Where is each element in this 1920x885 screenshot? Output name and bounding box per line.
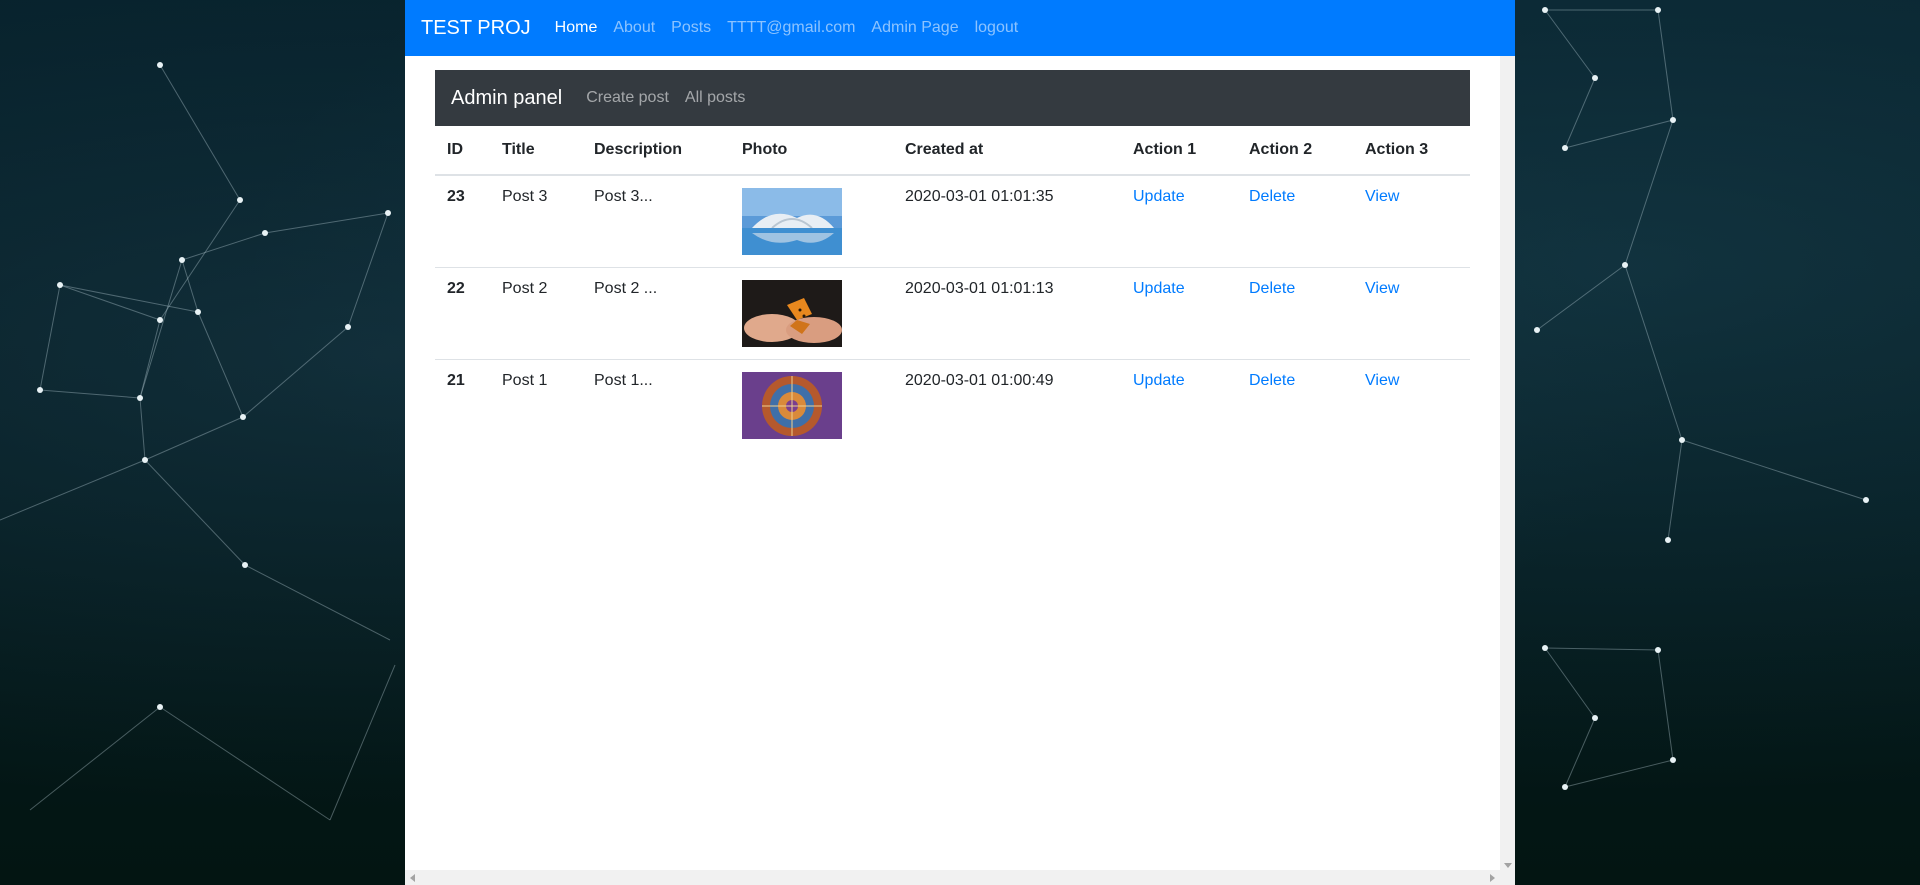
update-link[interactable]: Update <box>1133 280 1185 297</box>
row-action-3-cell: View <box>1353 175 1470 268</box>
admin-panel-title[interactable]: Admin panel <box>451 87 562 110</box>
nav-posts[interactable]: Posts <box>671 19 711 37</box>
header-action-1: Action 1 <box>1121 126 1237 176</box>
row-action-3-cell: View <box>1353 360 1470 452</box>
create-post-link[interactable]: Create post <box>586 89 669 107</box>
post-photo-image <box>742 188 842 255</box>
post-photo-image <box>742 372 842 439</box>
header-created-at: Created at <box>893 126 1121 176</box>
all-posts-link[interactable]: All posts <box>685 89 745 107</box>
header-action-3: Action 3 <box>1353 126 1470 176</box>
scroll-down-arrow-icon[interactable] <box>1504 863 1512 868</box>
row-action-2-cell: Delete <box>1237 267 1353 360</box>
view-link[interactable]: View <box>1365 188 1399 205</box>
row-description: Post 1... <box>594 372 653 389</box>
row-photo-cell <box>730 175 893 268</box>
row-action-1-cell: Update <box>1121 267 1237 360</box>
row-action-2-cell: Delete <box>1237 175 1353 268</box>
nav-about[interactable]: About <box>613 19 655 37</box>
table-row: 21 Post 1 Post 1... 2020-03-01 01:00:49 <box>435 360 1470 452</box>
row-created-at: 2020-03-01 01:01:35 <box>893 175 1121 268</box>
posts-table: ID Title Description Photo Created at Ac… <box>435 126 1470 451</box>
update-link[interactable]: Update <box>1133 372 1185 389</box>
delete-link[interactable]: Delete <box>1249 372 1295 389</box>
scroll-left-arrow-icon[interactable] <box>410 874 415 882</box>
header-title: Title <box>490 126 582 176</box>
vertical-scrollbar[interactable] <box>1500 56 1515 870</box>
table-row: 22 Post 2 Post 2 ... 2020-03-01 01:01:13 <box>435 267 1470 360</box>
delete-link[interactable]: Delete <box>1249 280 1295 297</box>
row-created-at: 2020-03-01 01:00:49 <box>905 372 1054 389</box>
nav-user-email[interactable]: TTTT@gmail.com <box>727 19 855 37</box>
row-created-at: 2020-03-01 01:01:13 <box>893 267 1121 360</box>
delete-link[interactable]: Delete <box>1249 188 1295 205</box>
row-photo-cell <box>730 360 893 452</box>
row-id: 22 <box>435 267 490 360</box>
nav-admin-page[interactable]: Admin Page <box>871 19 958 37</box>
header-action-2: Action 2 <box>1237 126 1353 176</box>
row-title: Post 3 <box>490 175 582 268</box>
scroll-right-arrow-icon[interactable] <box>1490 874 1495 882</box>
table-header-row: ID Title Description Photo Created at Ac… <box>435 126 1470 176</box>
table-row: 23 Post 3 Post 3... 2020-03-01 01:01:35 … <box>435 175 1470 268</box>
nav-logout[interactable]: logout <box>975 19 1019 37</box>
view-link[interactable]: View <box>1365 280 1399 297</box>
main-container: TEST PROJ Home About Posts TTTT@gmail.co… <box>405 0 1515 885</box>
update-link[interactable]: Update <box>1133 188 1185 205</box>
row-photo-cell <box>730 267 893 360</box>
nav-home[interactable]: Home <box>555 19 598 37</box>
row-action-1-cell: Update <box>1121 175 1237 268</box>
row-id: 23 <box>435 175 490 268</box>
row-action-3-cell: View <box>1353 267 1470 360</box>
header-id: ID <box>435 126 490 176</box>
row-title: Post 2 <box>490 267 582 360</box>
row-action-2-cell: Delete <box>1237 360 1353 452</box>
header-description: Description <box>582 126 730 176</box>
admin-panel-bar: Admin panel Create post All posts <box>435 70 1470 126</box>
view-link[interactable]: View <box>1365 372 1399 389</box>
row-id: 21 <box>447 372 465 389</box>
post-photo-image <box>742 280 842 347</box>
row-description: Post 2 ... <box>582 267 730 360</box>
header-photo: Photo <box>730 126 893 176</box>
row-action-1-cell: Update <box>1121 360 1237 452</box>
row-title: Post 1 <box>502 372 548 389</box>
top-navbar: TEST PROJ Home About Posts TTTT@gmail.co… <box>405 0 1515 56</box>
row-description: Post 3... <box>582 175 730 268</box>
brand-link[interactable]: TEST PROJ <box>421 17 531 40</box>
horizontal-scrollbar[interactable] <box>405 870 1515 885</box>
